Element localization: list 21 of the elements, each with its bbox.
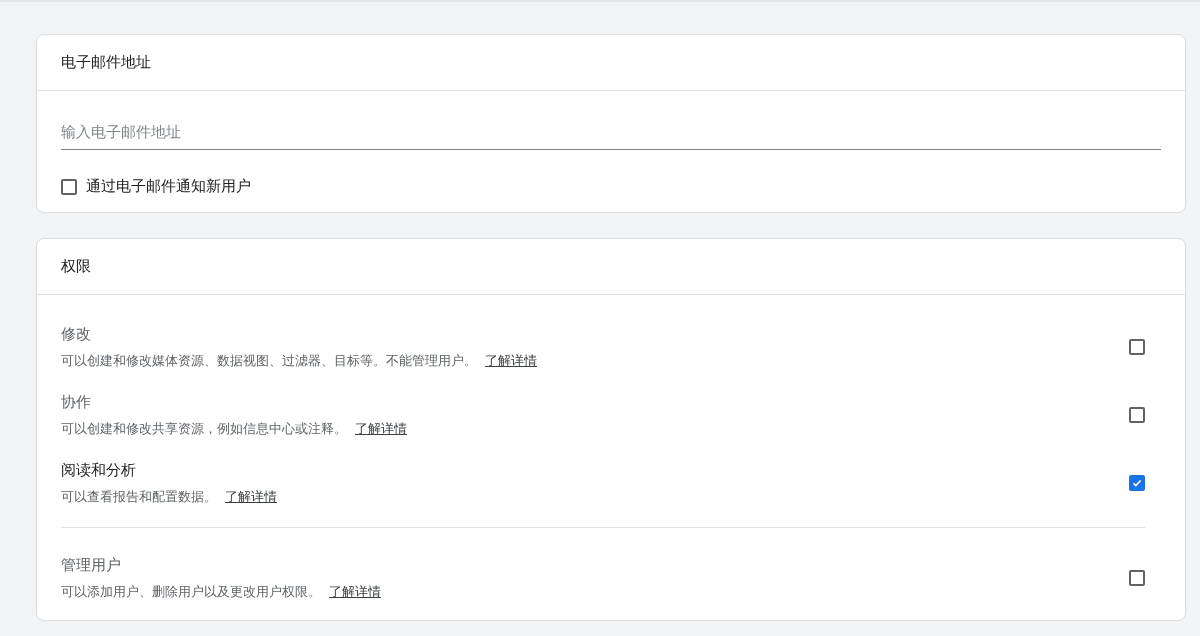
checkbox[interactable] xyxy=(61,178,77,195)
checkbox[interactable] xyxy=(1129,407,1145,423)
permission-description: 可以查看报告和配置数据。 了解详情 xyxy=(61,487,277,506)
card-title: 权限 xyxy=(37,239,1185,295)
card-title: 电子邮件地址 xyxy=(37,35,1185,91)
checkbox[interactable] xyxy=(1129,339,1145,355)
permission-description: 可以创建和修改共享资源，例如信息中心或注释。 了解详情 xyxy=(61,419,407,438)
checkbox-label: 通过电子邮件通知新用户 xyxy=(86,177,251,196)
permission-title: 管理用户 xyxy=(61,555,122,575)
learn-more-link[interactable]: 了解详情 xyxy=(329,583,381,599)
permission-description: 可以创建和修改媒体资源、数据视图、过滤器、目标等。不能管理用户。 了解详情 xyxy=(61,351,537,370)
permission-title: 阅读和分析 xyxy=(61,460,137,480)
learn-more-link[interactable]: 了解详情 xyxy=(485,352,537,368)
checkbox[interactable] xyxy=(1129,570,1145,586)
learn-more-link[interactable]: 了解详情 xyxy=(355,420,407,436)
learn-more-link[interactable]: 了解详情 xyxy=(225,488,277,504)
permission-title: 协作 xyxy=(61,392,92,412)
check-icon xyxy=(1132,478,1142,488)
permission-title: 修改 xyxy=(61,324,92,344)
permission-description: 可以添加用户、删除用户以及更改用户权限。 了解详情 xyxy=(61,582,381,601)
checkbox[interactable] xyxy=(1129,475,1145,491)
